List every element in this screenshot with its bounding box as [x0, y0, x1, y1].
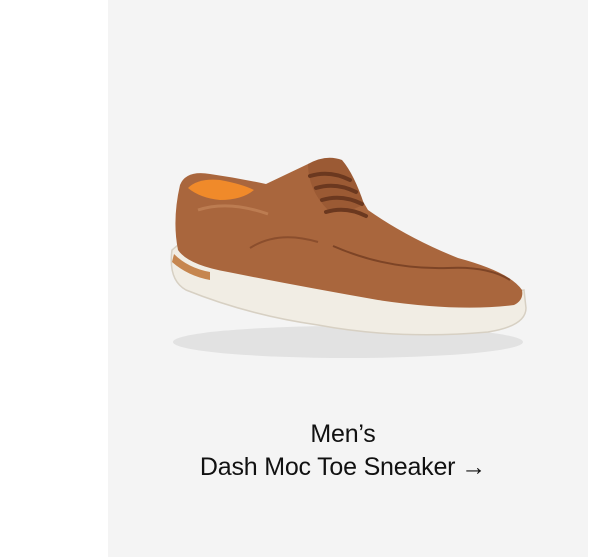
page: Men’s Dash Moc Toe Sneaker →: [0, 0, 602, 557]
product-gender-label: Men’s: [310, 420, 376, 448]
product-card-link[interactable]: Men’s Dash Moc Toe Sneaker →: [108, 0, 588, 557]
arrow-right-icon: →: [461, 453, 487, 481]
product-title: Dash Moc Toe Sneaker →: [108, 451, 578, 483]
sneaker-image: [170, 157, 527, 358]
product-name: Dash Moc Toe Sneaker: [199, 453, 456, 481]
